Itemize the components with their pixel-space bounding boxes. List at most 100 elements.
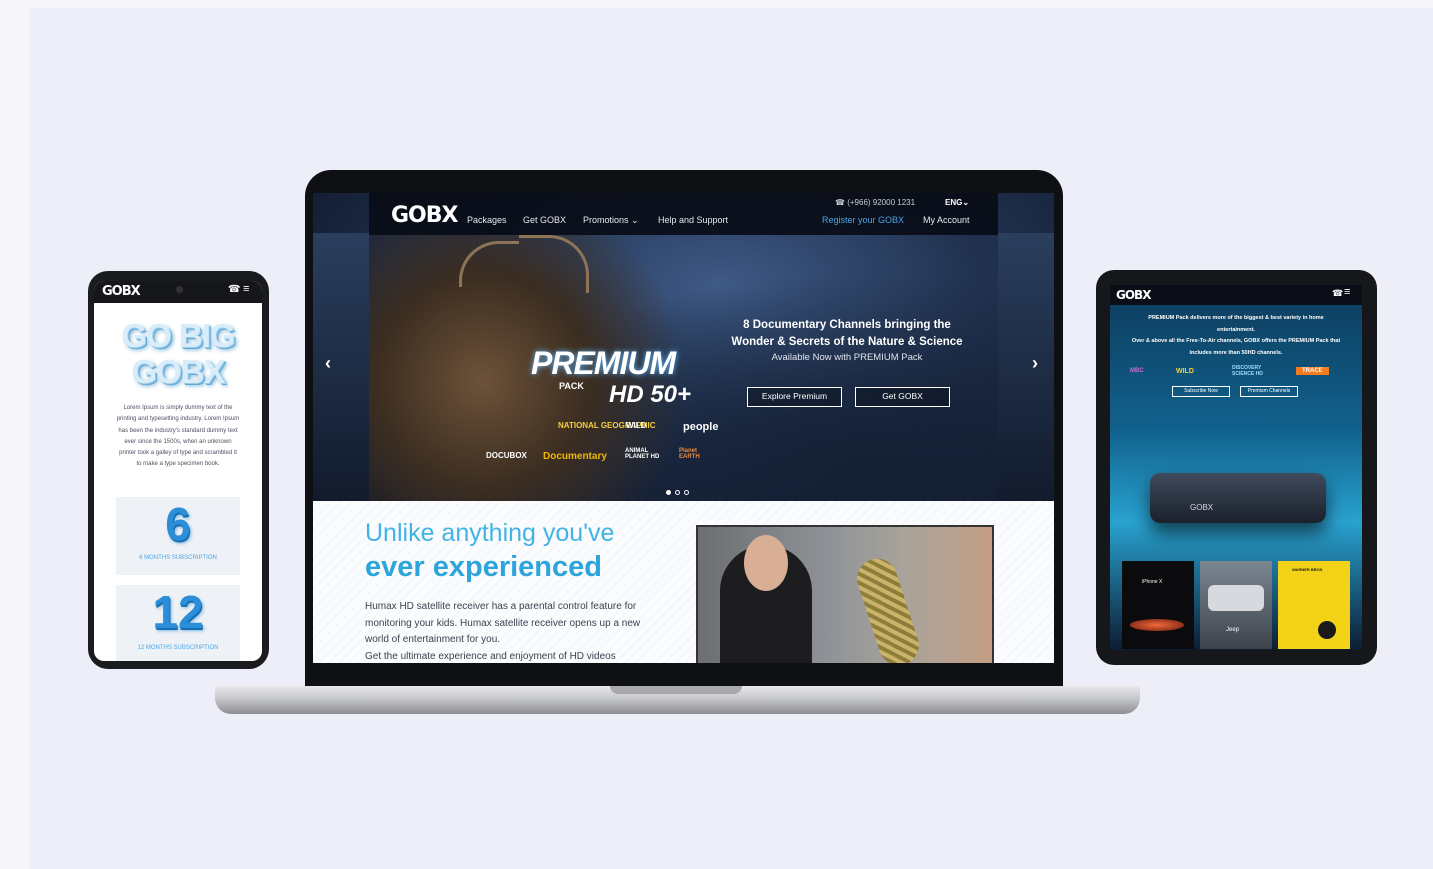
- carousel-dot[interactable]: [684, 490, 689, 495]
- carousel-dots: [666, 482, 693, 500]
- get-gobx-button[interactable]: Get GOBX: [855, 387, 950, 407]
- tile-label: WARNER BROS: [1292, 567, 1323, 572]
- section-paragraph-text: Humax HD satellite receiver has a parent…: [365, 601, 641, 645]
- promo-tile-jeep[interactable]: Jeep: [1200, 561, 1272, 649]
- menu-icon[interactable]: ≡: [1344, 286, 1350, 298]
- channel-logo-trace: TRACE: [1296, 367, 1329, 375]
- content-section: Unlike anything you've ever experienced …: [313, 501, 1054, 663]
- language-select[interactable]: ENG⌄: [945, 198, 969, 207]
- phone-body-text: Lorem Ipsum is simply dummy text of the …: [116, 405, 240, 468]
- hero-banner: GOBX Packages Get GOBX Promotions ⌄ Help…: [313, 193, 1054, 501]
- site-navbar: GOBX Packages Get GOBX Promotions ⌄ Help…: [369, 193, 998, 235]
- camera-icon: [176, 286, 183, 293]
- presenter-head: [744, 535, 788, 591]
- section-paragraph: Humax HD satellite receiver has a parent…: [365, 599, 655, 663]
- channel-logo-discovery: DISCOVERY SCIENCE HD: [1232, 365, 1263, 377]
- nav-help-support[interactable]: Help and Support: [658, 215, 728, 225]
- phone-icon: ☎: [835, 198, 845, 207]
- gobx-logo[interactable]: GOBX: [391, 203, 458, 228]
- tablet-screen: GOBX ☎ ≡ PREMIUM Pack delivers more of t…: [1110, 285, 1362, 650]
- my-account-link[interactable]: My Account: [923, 215, 970, 225]
- tile-label: Jeep: [1226, 627, 1240, 633]
- snake-shape: [851, 553, 925, 663]
- section-title-bold: ever experienced: [365, 551, 602, 583]
- subscription-card-6[interactable]: 6 6 MONTHS SUBSCRIPTION: [116, 497, 240, 575]
- gobx-logo[interactable]: GOBX: [1116, 288, 1151, 302]
- promo-tile-wb[interactable]: WARNER BROS: [1278, 561, 1350, 649]
- card-label-sub: SUBSCRIPTION: [171, 555, 217, 561]
- menu-icon[interactable]: ≡: [243, 283, 249, 295]
- antler-shape: [519, 235, 589, 293]
- tile-label: iPhone X: [1142, 579, 1163, 585]
- card-number: 12: [152, 586, 204, 638]
- channel-logo-mbc: MBC: [1130, 368, 1144, 374]
- card-label-months: 6 MONTHS: [139, 555, 171, 561]
- phone-header: GOBX ☎ ≡: [94, 281, 262, 303]
- hero-copy: 8 Documentary Channels bringing the Wond…: [729, 317, 965, 363]
- channel-logo-wild: WILD: [1176, 368, 1194, 375]
- laptop-notch: [610, 686, 742, 694]
- tablet-line: PREMIUM Pack delivers more of the bigges…: [1148, 315, 1324, 321]
- box-label: GOBX: [1190, 503, 1214, 512]
- hero-headline-1: 8 Documentary Channels bringing the: [743, 319, 951, 331]
- carousel-dot[interactable]: [675, 490, 680, 495]
- premium-channels-button[interactable]: Premium Channels: [1240, 386, 1298, 397]
- phone-icon[interactable]: ☎: [1332, 288, 1343, 299]
- carousel-dot[interactable]: [666, 490, 671, 495]
- hd50-badge: HD 50+: [609, 381, 692, 408]
- hero-subline: Available Now with PREMIUM Pack: [771, 352, 923, 363]
- chevron-down-icon: ⌄: [631, 215, 639, 225]
- channel-logo-docubox: DOCUBOX: [486, 451, 527, 460]
- promo-tile-iphone[interactable]: iPhone X: [1122, 561, 1194, 649]
- gobx-heading: GOBX: [131, 353, 225, 390]
- channel-logo-people: people: [683, 421, 719, 433]
- antler-shape: [459, 241, 519, 287]
- prev-slide-peek: [313, 233, 369, 501]
- gobx-logo[interactable]: GOBX: [102, 284, 141, 299]
- presenter-photo: [696, 525, 994, 663]
- language-label: ENG: [945, 198, 963, 207]
- card-label-months: 12 MONTHS: [137, 645, 172, 651]
- section-paragraph-cut: Get the ultimate experience and enjoymen…: [365, 650, 616, 662]
- deer-photo: [369, 235, 998, 501]
- phone-icon[interactable]: ☎: [228, 284, 240, 295]
- tablet-intro: PREMIUM Pack delivers more of the bigges…: [1118, 313, 1354, 359]
- channel-logo-planet-earth: Planet EARTH: [679, 448, 700, 460]
- card-label-sub: SUBSCRIPTION: [173, 645, 219, 651]
- car-render: [1208, 585, 1264, 611]
- premium-logo: PREMIUM: [531, 345, 676, 381]
- go-big-heading: GO BIG: [121, 317, 235, 354]
- chevron-down-icon: ⌄: [962, 198, 970, 207]
- nav-promotions-label: Promotions: [583, 215, 629, 225]
- channel-logo-wild: WILD: [626, 421, 647, 430]
- channel-logo-documentary: Documentary: [543, 451, 607, 462]
- set-top-box-image: GOBX: [1150, 473, 1326, 523]
- section-title-light: Unlike anything you've: [365, 519, 615, 547]
- explore-premium-button[interactable]: Explore Premium: [747, 387, 842, 407]
- card-label: 6 MONTHS SUBSCRIPTION: [116, 555, 240, 561]
- card-number: 6: [165, 498, 191, 550]
- phone-number[interactable]: ☎ (+966) 92000 1231: [835, 198, 915, 207]
- hero-headline-2: Wonder & Secrets of the Nature & Science: [731, 336, 963, 348]
- subscribe-now-button[interactable]: Subscribe Now: [1172, 386, 1230, 397]
- register-link[interactable]: Register your GOBX: [822, 215, 904, 225]
- phone-render: [1130, 619, 1184, 631]
- phone-number-text: (+966) 92000 1231: [847, 198, 916, 207]
- phone-screen: GOBX ☎ ≡ GO BIG GOBX Lorem Ipsum is simp…: [94, 281, 262, 661]
- chevron-right-icon[interactable]: ›: [1032, 353, 1038, 374]
- nav-get-gobx[interactable]: Get GOBX: [523, 215, 566, 225]
- nav-packages[interactable]: Packages: [467, 215, 507, 225]
- laptop-screen: GOBX Packages Get GOBX Promotions ⌄ Help…: [313, 193, 1054, 663]
- bomb-render: [1318, 621, 1336, 639]
- nav-promotions[interactable]: Promotions ⌄: [583, 215, 639, 226]
- subscription-card-12[interactable]: 12 12 MONTHS SUBSCRIPTION: [116, 585, 240, 661]
- tablet-line: Over & above all the Free-To-Air channel…: [1131, 338, 1341, 345]
- tablet-line: entertainment.: [1217, 326, 1255, 333]
- next-slide-peek: [998, 233, 1054, 501]
- channel-logo-animal-planet: ANIMAL PLANET HD: [625, 448, 660, 460]
- chevron-left-icon[interactable]: ‹: [325, 353, 331, 374]
- card-label: 12 MONTHS SUBSCRIPTION: [116, 645, 240, 651]
- pack-label: PACK: [559, 381, 584, 391]
- tablet-line: includes more than 50HD channels.: [1189, 349, 1283, 356]
- tablet-header: GOBX ☎ ≡: [1110, 285, 1362, 305]
